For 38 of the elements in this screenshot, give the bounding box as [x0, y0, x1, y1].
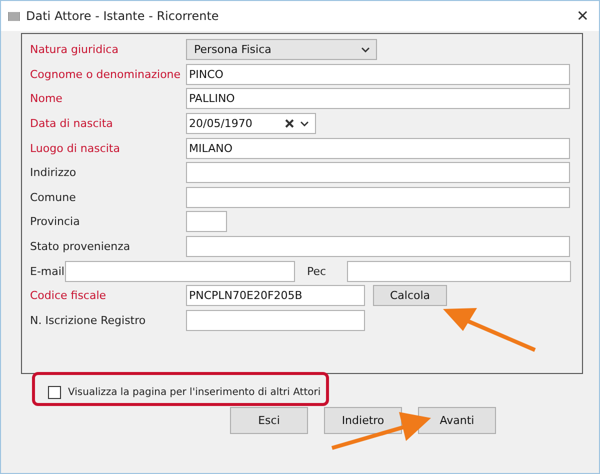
field-label: Natura giuridica [30, 43, 120, 56]
window-title: Dati Attore - Istante - Ricorrente [26, 9, 220, 23]
field-label: Nome [30, 92, 64, 106]
text-field[interactable]: PNCPLN70E20F205B [186, 285, 365, 306]
dropdown[interactable]: Persona Fisica [186, 39, 377, 60]
app-icon [8, 10, 20, 22]
checkbox-label: Visualizza la pagina per l'inserimento di altri Attori [68, 386, 321, 398]
text-field[interactable] [65, 260, 295, 282]
text-field[interactable] [186, 186, 570, 208]
chevron-down-icon[interactable] [361, 46, 370, 53]
field-label: Indirizzo [30, 166, 78, 180]
field-label: Data di nascita [30, 117, 114, 130]
field-label: Comune [30, 190, 77, 204]
checkbox[interactable] [48, 386, 61, 398]
text-field[interactable]: MILANO [186, 138, 570, 159]
date-field[interactable]: 20/05/1970 [186, 113, 316, 134]
text-field[interactable] [186, 211, 227, 232]
field-label: Pec [307, 264, 328, 278]
text-field[interactable]: PALLINO [186, 88, 570, 110]
text-field[interactable] [186, 236, 570, 258]
field-label: Luogo di nascita [30, 142, 121, 155]
dialog-button[interactable]: Indietro [324, 407, 402, 434]
dialog-button[interactable]: Avanti [418, 407, 496, 434]
dialog-button[interactable]: Esci [230, 407, 308, 434]
chevron-down-icon[interactable] [300, 120, 309, 127]
text-field[interactable]: PINCO [186, 64, 570, 85]
text-field[interactable] [186, 310, 365, 331]
calculate-button[interactable]: Calcola [373, 285, 447, 306]
field-label: Codice fiscale [30, 289, 108, 302]
field-label: Stato provenienza [30, 240, 132, 254]
text-field[interactable] [347, 260, 571, 282]
text-field[interactable] [186, 162, 570, 184]
close-button[interactable]: ✕ [576, 7, 589, 25]
field-label: E-mail [30, 264, 65, 278]
clear-icon[interactable] [285, 119, 294, 128]
field-label: N. Iscrizione Registro [30, 314, 147, 327]
field-label: Cognome o denominazione [30, 68, 182, 81]
field-label: Provincia [30, 215, 81, 228]
